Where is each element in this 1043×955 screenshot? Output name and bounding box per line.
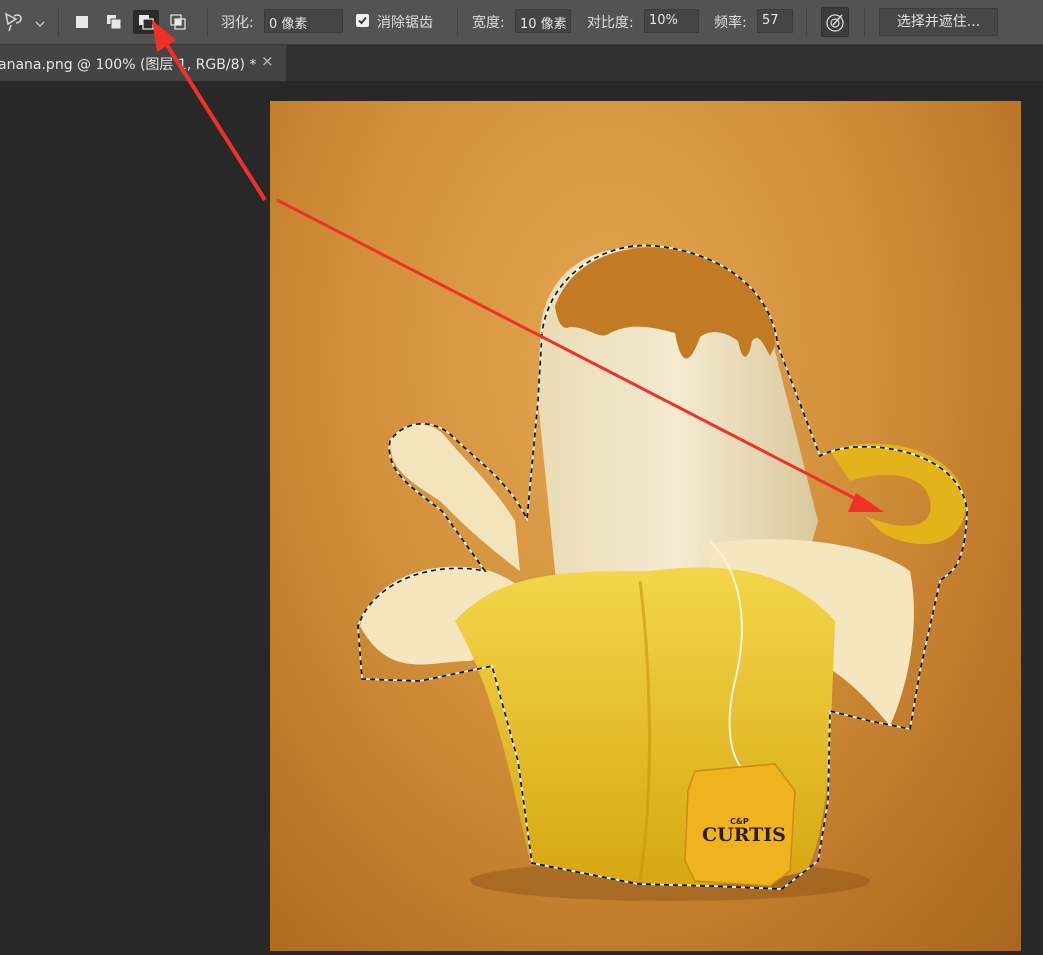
chevron-down-icon[interactable] xyxy=(34,15,46,27)
select-and-mask-button[interactable]: 选择并遮住... xyxy=(879,8,998,36)
feather-input[interactable]: 0 像素 xyxy=(264,9,343,33)
tea-tag-brand: CURTIS xyxy=(702,824,786,846)
close-icon[interactable]: × xyxy=(261,52,274,70)
frequency-label: 频率: xyxy=(714,15,747,31)
intersect-selection-icon[interactable] xyxy=(165,10,191,34)
magnetic-lasso-icon[interactable] xyxy=(2,10,26,34)
stylus-pressure-icon[interactable] xyxy=(821,7,849,37)
divider xyxy=(58,7,59,37)
divider xyxy=(864,7,865,37)
antialias-checkbox[interactable] xyxy=(356,14,369,27)
contrast-label: 对比度: xyxy=(587,15,634,31)
divider xyxy=(806,7,807,37)
new-selection-icon[interactable] xyxy=(69,10,95,34)
options-bar: 羽化: 0 像素 消除锯齿 宽度: 10 像素 对比度: 10% 频率: 57 … xyxy=(0,0,1043,45)
document-tab-title: anana.png @ 100% (图层 1, RGB/8) * xyxy=(0,57,257,73)
divider xyxy=(457,7,458,37)
subtract-from-selection-icon[interactable] xyxy=(133,10,159,34)
document-canvas[interactable]: C&P CURTIS xyxy=(270,101,1021,951)
contrast-input[interactable]: 10% xyxy=(644,9,699,33)
feather-label: 羽化: xyxy=(221,15,254,31)
antialias-label: 消除锯齿 xyxy=(377,15,433,31)
banana-teapot-image xyxy=(357,244,968,901)
width-input[interactable]: 10 像素 xyxy=(515,9,571,33)
document-tab[interactable]: anana.png @ 100% (图层 1, RGB/8) * × xyxy=(0,45,287,81)
frequency-input[interactable]: 57 xyxy=(757,9,793,33)
add-to-selection-icon[interactable] xyxy=(101,10,127,34)
document-tab-bar: anana.png @ 100% (图层 1, RGB/8) * × xyxy=(0,45,1043,81)
divider xyxy=(207,7,208,37)
width-label: 宽度: xyxy=(472,15,505,31)
